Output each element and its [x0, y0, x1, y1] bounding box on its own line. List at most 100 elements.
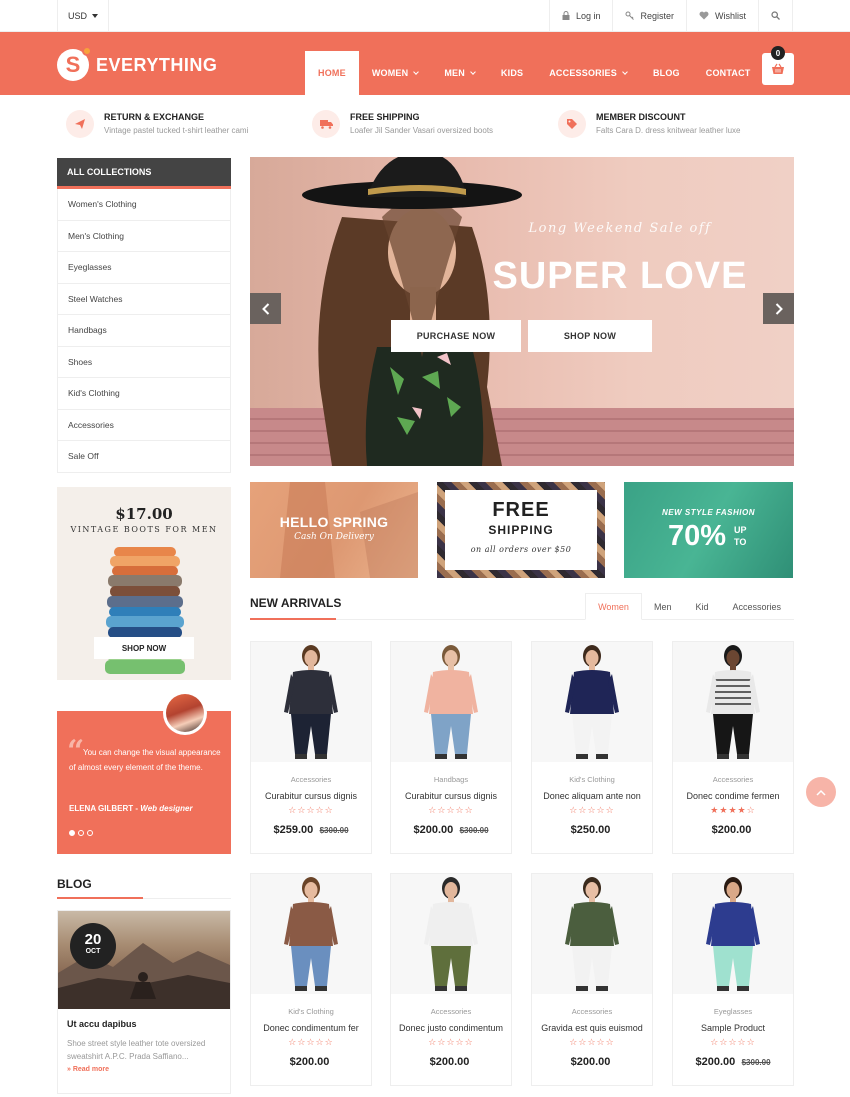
star-icon: ☆: [710, 1037, 720, 1047]
product-name[interactable]: Donec condime fermen: [673, 791, 793, 801]
star-icon: ☆: [464, 805, 474, 815]
collection-item[interactable]: Eyeglasses: [57, 252, 231, 284]
wishlist-link[interactable]: Wishlist: [686, 0, 758, 31]
slider-prev-button[interactable]: [250, 293, 281, 324]
star-icon: ☆: [455, 805, 465, 815]
product-card[interactable]: Kid's Clothing Donec aliquam ante non ☆☆…: [531, 641, 653, 854]
tab-accessories[interactable]: Accessories: [720, 593, 793, 620]
product-image[interactable]: [532, 874, 652, 994]
login-label: Log in: [575, 10, 601, 21]
collection-item[interactable]: Kid's Clothing: [57, 378, 231, 410]
shop-now-button[interactable]: SHOP NOW: [528, 320, 652, 352]
pager-dot[interactable]: [78, 830, 84, 836]
product-card[interactable]: Accessories Gravida est quis euismod ☆☆☆…: [531, 873, 653, 1086]
blog-post-title[interactable]: Ut accu dapibus: [67, 1019, 221, 1029]
register-link[interactable]: Register: [612, 0, 686, 31]
chevron-left-icon: [261, 302, 269, 315]
read-more-link[interactable]: » Read more: [67, 1066, 221, 1073]
product-name[interactable]: Curabitur cursus dignis: [251, 791, 371, 801]
promo-price: $17.00: [115, 505, 173, 523]
free-shipping-banner[interactable]: FREE SHIPPING on all orders over $50: [437, 482, 605, 578]
banner-fashion-to: TO: [734, 537, 747, 547]
product-category[interactable]: Accessories: [251, 775, 371, 784]
star-icon: ☆: [464, 1037, 474, 1047]
star-icon: ☆: [746, 805, 756, 815]
tab-women[interactable]: Women: [585, 593, 642, 620]
product-name[interactable]: Donec condimentum fer: [251, 1023, 371, 1033]
product-rating: ☆☆☆☆☆: [391, 805, 511, 816]
product-category[interactable]: Kid's Clothing: [532, 775, 652, 784]
collection-item[interactable]: Steel Watches: [57, 283, 231, 315]
product-card[interactable]: Eyeglasses Sample Product ☆☆☆☆☆ $200.00 …: [672, 873, 794, 1086]
tab-kid[interactable]: Kid: [683, 593, 720, 620]
collection-item[interactable]: Handbags: [57, 315, 231, 347]
nav-home[interactable]: HOME: [305, 51, 359, 95]
testimonial-author-role: Web designer: [140, 804, 193, 813]
features-strip: RETURN & EXCHANGE Vintage pastel tucked …: [66, 110, 796, 140]
cart-button[interactable]: 0: [762, 46, 794, 85]
product-category[interactable]: Kid's Clothing: [251, 1007, 371, 1016]
product-image[interactable]: [251, 642, 371, 762]
product-card[interactable]: Accessories Donec condime fermen ★★★★☆ $…: [672, 641, 794, 854]
product-card[interactable]: Kid's Clothing Donec condimentum fer ☆☆☆…: [250, 873, 372, 1086]
nav-men[interactable]: MEN: [431, 51, 488, 95]
product-category[interactable]: Accessories: [532, 1007, 652, 1016]
product-category[interactable]: Handbags: [391, 775, 511, 784]
product-name[interactable]: Curabitur cursus dignis: [391, 791, 511, 801]
star-icon: ☆: [306, 1037, 316, 1047]
feature-desc: Falts Cara D. dress knitwear leather lux…: [596, 126, 741, 135]
search-button[interactable]: [758, 0, 793, 31]
product-prices: $250.00: [532, 822, 652, 836]
product-image[interactable]: [391, 874, 511, 994]
product-rating: ☆☆☆☆☆: [251, 1037, 371, 1048]
nav-blog[interactable]: BLOG: [640, 51, 693, 95]
product-price: $200.00: [429, 1056, 470, 1068]
testimonial-author: ELENA GILBERT - Web designer: [69, 804, 193, 813]
hello-spring-banner[interactable]: HELLO SPRING Cash On Delivery: [250, 482, 418, 578]
blog-post-image[interactable]: 20 OCT: [58, 911, 230, 1009]
currency-selector[interactable]: USD: [57, 0, 110, 31]
nav-kids[interactable]: KIDS: [488, 51, 536, 95]
nav-women[interactable]: WOMEN: [359, 51, 432, 95]
product-name[interactable]: Gravida est quis euismod: [532, 1023, 652, 1033]
product-name[interactable]: Donec justo condimentum: [391, 1023, 511, 1033]
collection-item[interactable]: Accessories: [57, 409, 231, 441]
login-link[interactable]: Log in: [548, 0, 613, 31]
product-image[interactable]: [673, 642, 793, 762]
collection-item[interactable]: Women's Clothing: [57, 189, 231, 221]
banner-shipping: SHIPPING: [488, 523, 554, 537]
site-logo[interactable]: S EVERYTHING: [57, 46, 217, 81]
product-category[interactable]: Eyeglasses: [673, 1007, 793, 1016]
star-icon: ☆: [596, 805, 606, 815]
collection-item[interactable]: Shoes: [57, 346, 231, 378]
scroll-to-top-button[interactable]: [806, 777, 836, 807]
new-style-fashion-banner[interactable]: NEW STYLE FASHION 70% UP TO: [624, 482, 793, 578]
tab-men[interactable]: Men: [642, 593, 684, 620]
nav-accessories[interactable]: ACCESSORIES: [536, 51, 640, 95]
product-category[interactable]: Accessories: [391, 1007, 511, 1016]
product-card[interactable]: Accessories Donec justo condimentum ☆☆☆☆…: [390, 873, 512, 1086]
nav-contact[interactable]: CONTACT: [693, 51, 764, 95]
blog-post-card[interactable]: 20 OCT Ut accu dapibus Shoe street style…: [57, 910, 231, 1094]
product-category[interactable]: Accessories: [673, 775, 793, 784]
promo-shop-now-button[interactable]: SHOP NOW: [94, 637, 194, 659]
pager-dot[interactable]: [69, 830, 75, 836]
pager-dot[interactable]: [87, 830, 93, 836]
collection-item[interactable]: Men's Clothing: [57, 220, 231, 252]
key-icon: [625, 11, 635, 20]
product-name[interactable]: Donec aliquam ante non: [532, 791, 652, 801]
product-name[interactable]: Sample Product: [673, 1023, 793, 1033]
product-image[interactable]: [251, 874, 371, 994]
blog-post-excerpt: Shoe street style leather tote oversized…: [67, 1039, 206, 1061]
collection-item[interactable]: Sale Off: [57, 441, 231, 473]
product-image[interactable]: [391, 642, 511, 762]
purchase-now-button[interactable]: PURCHASE NOW: [391, 320, 521, 352]
product-image[interactable]: [532, 642, 652, 762]
slider-next-button[interactable]: [763, 293, 794, 324]
product-image[interactable]: [673, 874, 793, 994]
register-label: Register: [640, 10, 674, 21]
product-prices: $200.00: [251, 1054, 371, 1068]
promo-banner[interactable]: $17.00 VINTAGE BOOTS FOR MEN SHOP NOW: [57, 487, 231, 680]
product-card[interactable]: Accessories Curabitur cursus dignis ☆☆☆☆…: [250, 641, 372, 854]
product-card[interactable]: Handbags Curabitur cursus dignis ☆☆☆☆☆ $…: [390, 641, 512, 854]
